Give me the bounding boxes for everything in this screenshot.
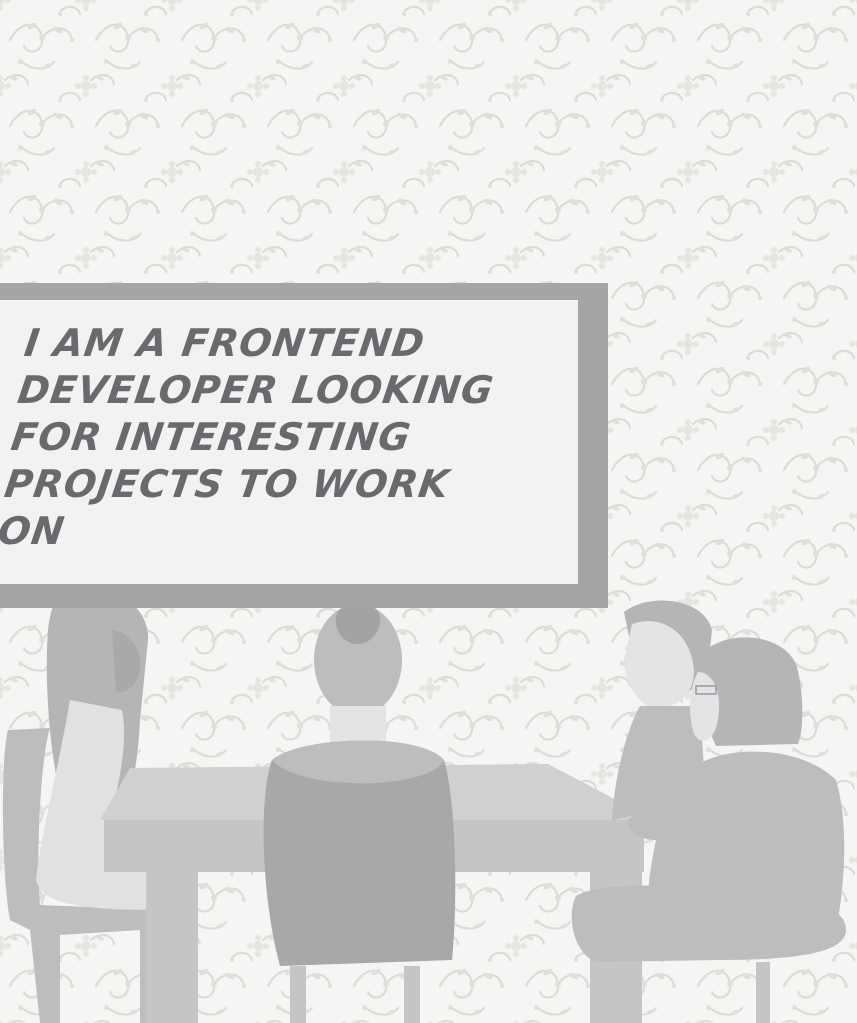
whiteboard-message: I AM A FRONTEND DEVELOPER LOOKING FOR IN… [0,321,497,553]
right-chair-leg-left [598,962,612,1023]
whiteboard: I AM A FRONTEND DEVELOPER LOOKING FOR IN… [0,283,608,608]
whiteboard-surface: I AM A FRONTEND DEVELOPER LOOKING FOR IN… [0,300,578,584]
center-chair-leg-right [404,966,420,1023]
meeting-illustration: I AM A FRONTEND DEVELOPER LOOKING FOR IN… [0,0,857,1023]
center-man-neck [330,706,386,746]
meeting-table-leg-left [146,872,198,1023]
center-chair-leg-left [290,966,306,1023]
right-chair-leg-right [756,962,770,1023]
